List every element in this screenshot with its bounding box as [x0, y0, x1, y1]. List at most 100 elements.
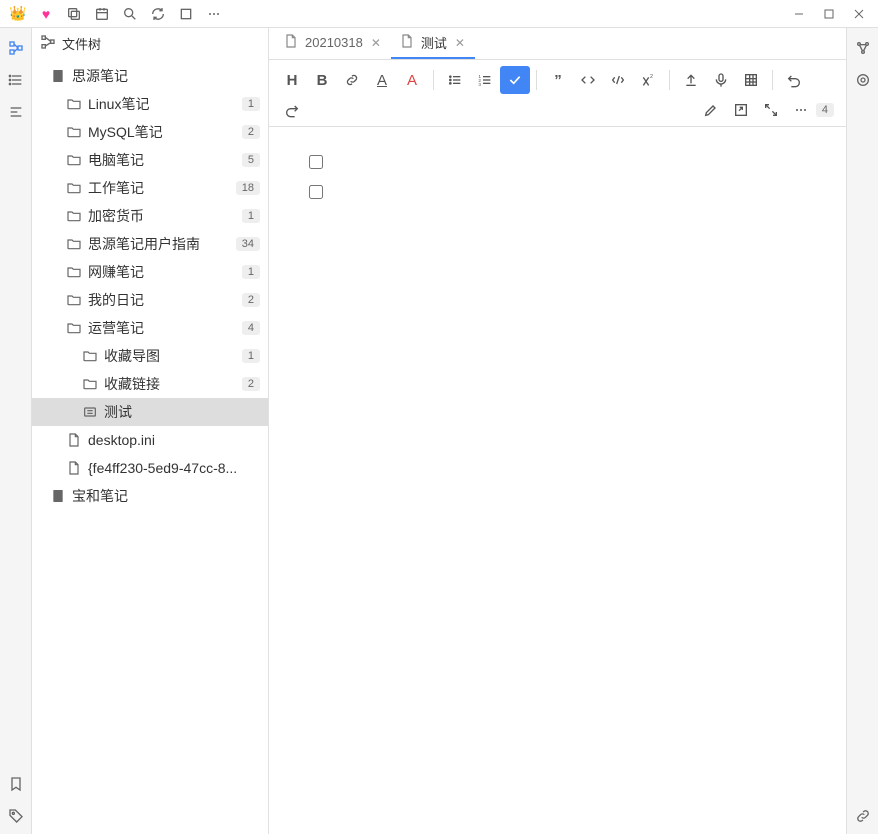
tree-item[interactable]: 加密货币1 — [32, 202, 268, 230]
editor-toolbar: HBAA123”2 4 — [269, 60, 846, 127]
tree-item[interactable]: 思源笔记 — [32, 62, 268, 90]
quote-button[interactable]: ” — [543, 66, 573, 94]
calendar-icon[interactable] — [88, 1, 116, 27]
more-button[interactable] — [786, 96, 816, 124]
editor-tab[interactable]: 20210318 ✕ — [275, 28, 391, 59]
folder-icon — [66, 208, 82, 224]
table-button[interactable] — [736, 66, 766, 94]
font-color-button[interactable]: A — [397, 66, 427, 94]
edit-button[interactable] — [696, 96, 726, 124]
check-button[interactable] — [500, 66, 530, 94]
tree-item-count: 2 — [242, 293, 260, 307]
bookmark-icon[interactable] — [2, 770, 30, 798]
file-icon — [399, 33, 415, 52]
task-checkbox[interactable] — [309, 155, 323, 169]
file-tree-icon[interactable] — [2, 34, 30, 62]
folder-icon — [66, 152, 82, 168]
tree-item-label: 电脑笔记 — [88, 150, 242, 170]
folder-icon — [66, 236, 82, 252]
heart-icon[interactable]: ♥ — [32, 1, 60, 27]
task-checkbox[interactable] — [309, 185, 323, 199]
heading-button[interactable]: H — [277, 66, 307, 94]
search-icon[interactable] — [116, 1, 144, 27]
mic-button[interactable] — [706, 66, 736, 94]
tree-item[interactable]: desktop.ini — [32, 426, 268, 454]
tree-item-label: 运营笔记 — [88, 318, 242, 338]
list-ul-button[interactable] — [440, 66, 470, 94]
tree-item-count: 1 — [242, 97, 260, 111]
sidebar-title: 文件树 — [62, 34, 101, 53]
tree-item[interactable]: {fe4ff230-5ed9-47cc-8... — [32, 454, 268, 482]
tree-item-count: 1 — [242, 209, 260, 223]
tree-item-label: 思源笔记 — [72, 66, 260, 86]
align-icon[interactable] — [2, 98, 30, 126]
tree-item-label: 网赚笔记 — [88, 262, 242, 282]
tree-item-label: Linux笔记 — [88, 94, 242, 114]
editor-tab[interactable]: 测试 ✕ — [391, 28, 475, 59]
crown-icon[interactable]: 👑 — [4, 1, 32, 27]
task-item[interactable] — [309, 147, 806, 177]
fullscreen-button[interactable] — [756, 96, 786, 124]
backlink-icon[interactable] — [849, 802, 877, 830]
tree-item-count: 34 — [236, 237, 260, 251]
format-button[interactable]: A — [367, 66, 397, 94]
outline-icon[interactable] — [2, 66, 30, 94]
copy-icon[interactable] — [60, 1, 88, 27]
file-icon — [66, 432, 82, 448]
tree-header-icon — [40, 34, 56, 53]
more-icon[interactable] — [200, 1, 228, 27]
file-icon — [283, 33, 299, 52]
open-button[interactable] — [726, 96, 756, 124]
tree-item-label: desktop.ini — [88, 432, 260, 448]
tab-close-icon[interactable]: ✕ — [369, 34, 383, 52]
settings-icon[interactable] — [849, 66, 877, 94]
superscript-button[interactable]: 2 — [633, 66, 663, 94]
bold-button[interactable]: B — [307, 66, 337, 94]
code-button[interactable] — [573, 66, 603, 94]
tab-label: 20210318 — [305, 35, 363, 50]
tree-item-label: 收藏链接 — [104, 374, 242, 394]
graph-icon[interactable] — [849, 34, 877, 62]
tree-item[interactable]: 运营笔记4 — [32, 314, 268, 342]
close-button[interactable] — [844, 1, 874, 27]
upload-button[interactable] — [676, 66, 706, 94]
tree-item-count: 18 — [236, 181, 260, 195]
titlebar: 👑 ♥ — [0, 0, 878, 28]
undo-button[interactable] — [779, 66, 809, 94]
task-item[interactable] — [309, 177, 806, 207]
minimize-button[interactable] — [784, 1, 814, 27]
list-ol-button[interactable]: 123 — [470, 66, 500, 94]
tab-close-icon[interactable]: ✕ — [453, 34, 467, 52]
tab-label: 测试 — [421, 33, 447, 52]
maximize-button[interactable] — [814, 1, 844, 27]
tree-item[interactable]: 收藏导图1 — [32, 342, 268, 370]
tree-item-count: 1 — [242, 349, 260, 363]
redo-button[interactable] — [277, 96, 307, 124]
tree-item[interactable]: 思源笔记用户指南34 — [32, 230, 268, 258]
tree-item[interactable]: 电脑笔记5 — [32, 146, 268, 174]
tree-item[interactable]: 我的日记2 — [32, 286, 268, 314]
folder-icon — [82, 376, 98, 392]
tag-icon[interactable] — [2, 802, 30, 830]
sidebar-header: 文件树 — [32, 28, 268, 60]
tree-item[interactable]: 工作笔记18 — [32, 174, 268, 202]
link-button[interactable] — [337, 66, 367, 94]
folder-icon — [82, 348, 98, 364]
tree-item[interactable]: MySQL笔记2 — [32, 118, 268, 146]
notebook-icon — [50, 68, 66, 84]
tree-item[interactable]: Linux笔记1 — [32, 90, 268, 118]
sync-icon[interactable] — [144, 1, 172, 27]
content-area: 20210318✕测试✕ HBAA123”2 4 — [269, 28, 846, 834]
window-icon[interactable] — [172, 1, 200, 27]
editor-tabs: 20210318 ✕ 测试 ✕ — [269, 28, 846, 60]
tree-item-count: 2 — [242, 125, 260, 139]
editor-body[interactable] — [269, 127, 846, 834]
tree-item[interactable]: 宝和笔记 — [32, 482, 268, 510]
sidebar: 文件树 思源笔记Linux笔记1MySQL笔记2电脑笔记5工作笔记18加密货币1… — [32, 28, 269, 834]
tree-item-label: 我的日记 — [88, 290, 242, 310]
code-block-button[interactable] — [603, 66, 633, 94]
tree-item[interactable]: 测试 — [32, 398, 268, 426]
tree-item[interactable]: 网赚笔记1 — [32, 258, 268, 286]
tree-item[interactable]: 收藏链接2 — [32, 370, 268, 398]
doc-icon — [82, 404, 98, 420]
